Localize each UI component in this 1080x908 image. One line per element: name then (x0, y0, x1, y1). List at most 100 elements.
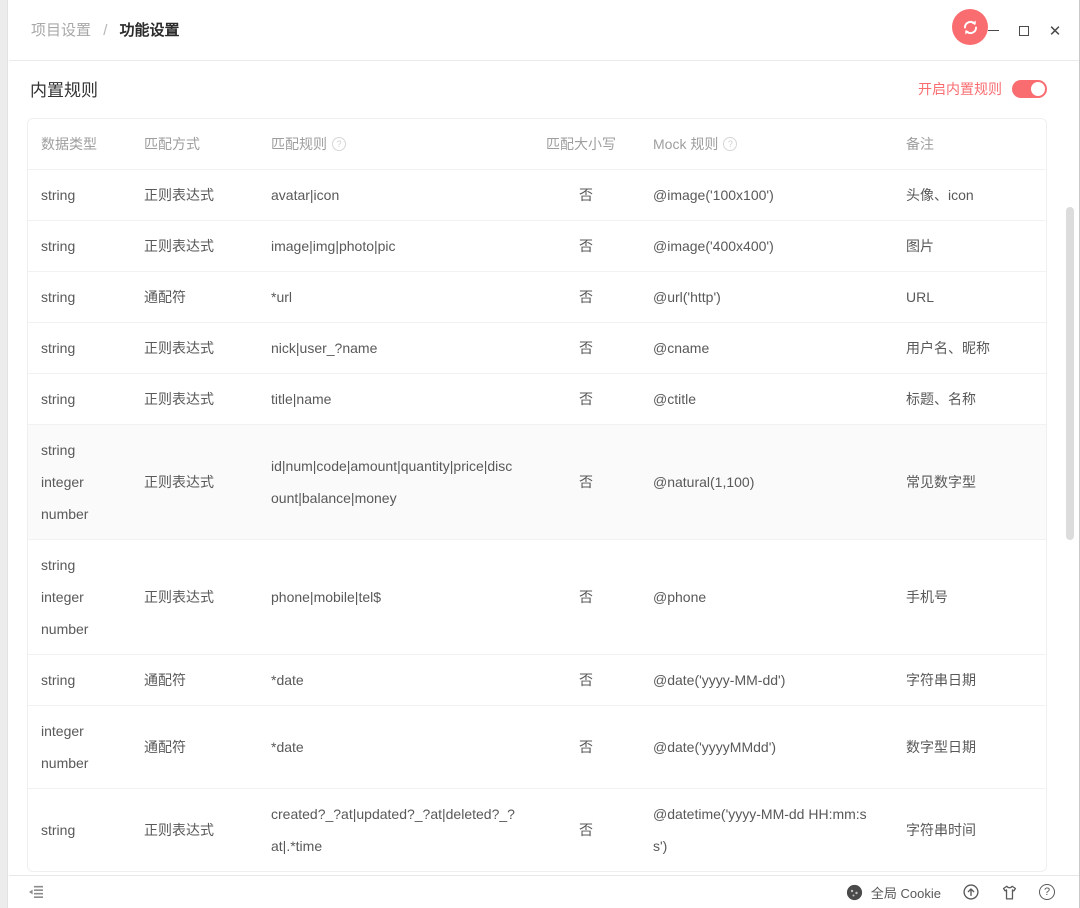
cell-match-pattern: image|img|photo|pic (271, 238, 396, 254)
vertical-scrollbar-thumb[interactable] (1066, 207, 1074, 540)
cell-mock-rule: @datetime('yyyy-MM-dd HH:mm:ss') (653, 806, 867, 854)
cell-match-method: 正则表达式 (144, 238, 214, 254)
cell-case-sensitive: 否 (579, 187, 593, 203)
column-header: 匹配规则? (271, 134, 546, 154)
cell-match-pattern: title|name (271, 391, 332, 407)
cell-note: 标题、名称 (906, 391, 976, 407)
data-type-line: string (41, 672, 76, 688)
cell-note: 数字型日期 (906, 739, 976, 755)
minimize-button[interactable] (985, 23, 1001, 39)
column-header-label: 匹配规则 (271, 136, 327, 152)
data-type-line: string (41, 557, 76, 573)
sync-icon (961, 18, 980, 37)
toggle-knob (1031, 81, 1045, 96)
shirt-icon (1001, 884, 1018, 901)
footer-right-group: 全局 Cookie ? (846, 883, 1055, 902)
cell-data-types: string integer number (41, 549, 144, 645)
close-button[interactable]: ✕ (1047, 23, 1063, 40)
column-header: Mock 规则? (653, 134, 906, 154)
cell-data-types: string (41, 281, 144, 313)
maximize-button[interactable] (1016, 23, 1032, 39)
cell-match-pattern: id|num|code|amount|quantity|price|discou… (271, 458, 513, 506)
cell-mock-rule: @ctitle (653, 391, 696, 407)
arrow-up-circle-icon (962, 883, 980, 901)
global-cookie-button[interactable]: 全局 Cookie (846, 883, 941, 902)
column-header: 匹配方式 (144, 134, 271, 154)
cell-match-pattern: avatar|icon (271, 187, 340, 203)
cell-data-types: string (41, 664, 144, 696)
cell-match-method: 通配符 (144, 739, 186, 755)
cell-mock-rule: @natural(1,100) (653, 474, 755, 490)
footer-bar: 全局 Cookie ? (9, 875, 1079, 908)
builtin-rules-toggle[interactable] (1012, 79, 1047, 98)
cell-data-types: string (41, 230, 144, 262)
breadcrumb-feature-settings: 功能设置 (119, 22, 180, 39)
table-row: string 正则表达式 nick|user_?name 否 @cname 用户… (28, 322, 1046, 373)
cell-case-sensitive: 否 (579, 589, 593, 605)
cell-data-types: string (41, 383, 144, 415)
cell-mock-rule: @cname (653, 340, 710, 356)
help-icon[interactable]: ? (723, 137, 738, 151)
cell-data-types: string integer number (41, 434, 144, 530)
breadcrumb-separator: / (103, 22, 108, 39)
cell-match-pattern: *url (271, 289, 293, 305)
collapse-sidebar-button[interactable] (28, 884, 44, 900)
breadcrumb-project-settings[interactable]: 项目设置 (31, 22, 91, 39)
cell-match-method: 正则表达式 (144, 474, 214, 490)
cell-note: 图片 (906, 238, 934, 254)
cell-match-method: 通配符 (144, 289, 186, 305)
cell-match-pattern: phone|mobile|tel$ (271, 589, 382, 605)
column-header-label: Mock 规则 (653, 136, 719, 152)
cell-note: 常见数字型 (906, 474, 976, 490)
cell-data-types: string (41, 179, 144, 211)
cell-note: 头像、icon (906, 187, 974, 203)
cell-mock-rule: @date('yyyy-MM-dd') (653, 672, 786, 688)
cookie-icon (846, 884, 863, 901)
global-cookie-label: 全局 Cookie (870, 885, 941, 901)
table-row: integer number 通配符 *date 否 @date('yyyyMMd… (28, 705, 1046, 788)
column-header: 匹配大小写 (546, 134, 653, 154)
help-icon[interactable]: ? (332, 137, 346, 151)
cell-match-method: 正则表达式 (144, 187, 214, 203)
builtin-rules-table: 数据类型 匹配方式 匹配规则? 匹配大小写 Mock 规则? 备注 string 正则表达… (27, 118, 1047, 872)
cell-note: 用户名、昵称 (906, 340, 990, 356)
cell-case-sensitive: 否 (579, 739, 593, 755)
column-header-label: 匹配方式 (144, 136, 200, 152)
data-type-line: string (41, 238, 76, 254)
cell-match-pattern: *date (271, 672, 304, 688)
cell-case-sensitive: 否 (579, 474, 593, 490)
titlebar: 项目设置 / 功能设置 ✕ (9, 0, 1079, 61)
cell-note: 字符串时间 (906, 822, 976, 838)
cell-data-types: integer number (41, 715, 144, 779)
data-type-line: number (41, 621, 89, 637)
cell-match-method: 通配符 (144, 672, 186, 688)
cell-match-pattern: created?_?at|updated?_?at|deleted?_?at|.… (271, 806, 515, 854)
cell-case-sensitive: 否 (579, 822, 593, 838)
table-row: string 正则表达式 title|name 否 @ctitle 标题、名称 (28, 373, 1046, 424)
data-type-line: integer (41, 723, 84, 739)
data-type-line: integer (41, 589, 84, 605)
section-head: 内置规则 开启内置规则 (30, 76, 1047, 101)
upgrade-button[interactable] (962, 883, 980, 901)
help-button[interactable]: ? (1039, 884, 1055, 900)
cell-mock-rule: @url('http') (653, 289, 721, 305)
background-app-edge (0, 0, 8, 908)
question-circle-icon: ? (1039, 884, 1055, 900)
cell-case-sensitive: 否 (579, 289, 593, 305)
cell-case-sensitive: 否 (579, 340, 593, 356)
sync-button[interactable] (952, 9, 988, 45)
cell-mock-rule: @image('100x100') (653, 187, 774, 203)
data-type-line: string (41, 289, 76, 305)
data-type-line: integer (41, 474, 84, 490)
cell-case-sensitive: 否 (579, 238, 593, 254)
toggle-label: 开启内置规则 (918, 80, 1002, 97)
cell-match-pattern: *date (271, 739, 304, 755)
data-type-line: number (41, 506, 89, 522)
cell-match-method: 正则表达式 (144, 589, 214, 605)
table-row: string 正则表达式 avatar|icon 否 @image('100x1… (28, 169, 1046, 220)
theme-button[interactable] (1001, 884, 1018, 901)
data-type-line: string (41, 442, 76, 458)
data-type-line: number (41, 755, 89, 771)
data-type-line: string (41, 187, 76, 203)
cell-match-method: 正则表达式 (144, 340, 214, 356)
